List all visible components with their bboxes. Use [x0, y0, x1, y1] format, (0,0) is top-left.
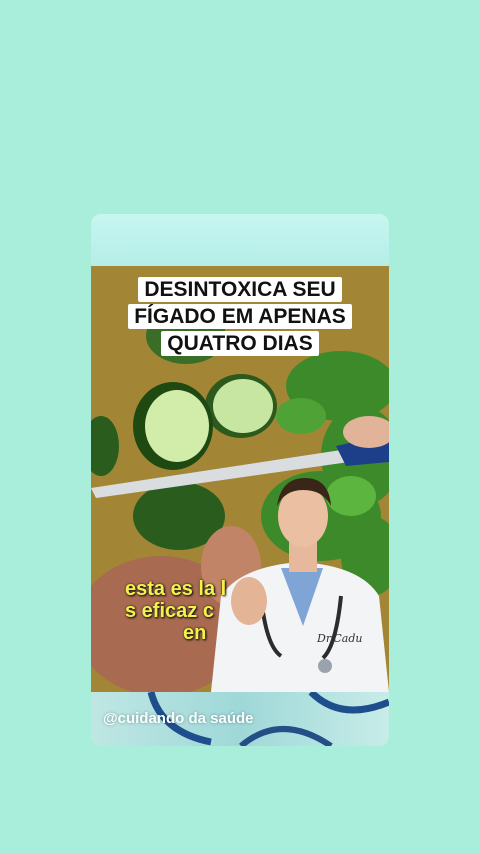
headline-line-1: DESINTOXICA SEU — [138, 277, 342, 302]
video-frame[interactable]: Dr.Cadu DESINTOXICA SEU FÍGADO EM APENAS… — [91, 266, 389, 692]
headline-line-3: QUATRO DIAS — [161, 331, 319, 356]
headline-line-2: FÍGADO EM APENAS — [128, 304, 352, 329]
card-header-area — [91, 214, 389, 266]
video-card[interactable]: Dr.Cadu DESINTOXICA SEU FÍGADO EM APENAS… — [91, 214, 389, 746]
card-footer: @cuidando da saúde — [91, 692, 389, 746]
caption-line-3: en — [183, 622, 207, 644]
caption-line-1: esta es la l — [125, 578, 227, 600]
subtitle-caption: esta es la l s eficaz c en — [123, 578, 363, 644]
caption-line-2: s eficaz c — [125, 600, 214, 622]
account-handle[interactable]: @cuidando da saúde — [103, 710, 253, 727]
headline-overlay: DESINTOXICA SEU FÍGADO EM APENAS QUATRO … — [109, 276, 371, 357]
